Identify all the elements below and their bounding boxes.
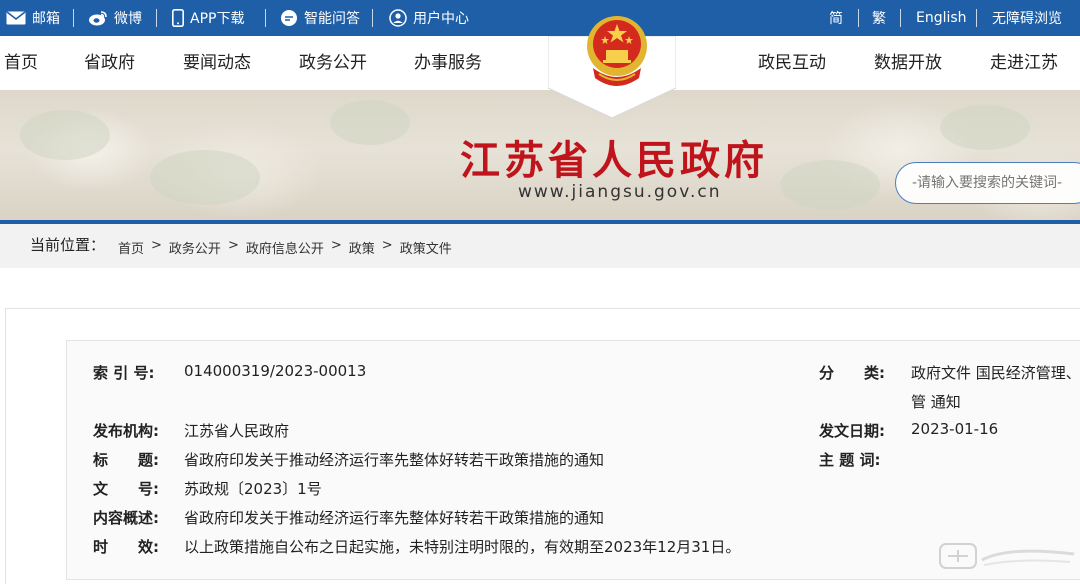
nav-explore-jiangsu[interactable]: 走进江苏 bbox=[990, 36, 1058, 90]
title-label: 标 题: bbox=[93, 451, 159, 469]
simplified-chinese-link[interactable]: 简 bbox=[829, 0, 843, 36]
issue-date-value: 2023-01-16 bbox=[911, 420, 999, 438]
nav-services[interactable]: 办事服务 bbox=[414, 36, 482, 90]
breadcrumb-policy[interactable]: 政策 bbox=[349, 238, 375, 257]
accessibility-label: 无障碍浏览 bbox=[992, 11, 1062, 27]
breadcrumb-separator: > bbox=[227, 238, 239, 253]
site-title: 江苏省人民政府 bbox=[460, 137, 768, 184]
traditional-label: 繁 bbox=[872, 11, 886, 27]
category-value: 政府文件 国民经济管理、 bbox=[911, 364, 1080, 382]
main-nav: 首页 省政府 要闻动态 政务公开 办事服务 政民互动 数据开放 走进江苏 bbox=[0, 36, 1080, 90]
breadcrumb-separator: > bbox=[381, 238, 393, 253]
phone-icon bbox=[172, 9, 184, 27]
top-utility-bar: 邮箱 微博 APP下载 智能问答 用户中心 简 繁 English 无障碍浏览 bbox=[0, 0, 1080, 36]
keywords-label: 主 题 词: bbox=[819, 451, 881, 469]
index-number-label: 索 引 号: bbox=[93, 364, 155, 382]
search-input[interactable] bbox=[895, 162, 1080, 204]
breadcrumb-separator: > bbox=[151, 238, 162, 253]
nav-interaction[interactable]: 政民互动 bbox=[758, 36, 826, 90]
breadcrumb-information-disclosure[interactable]: 政府信息公开 bbox=[246, 238, 324, 257]
validity-label: 时 效: bbox=[93, 538, 159, 556]
breadcrumb: 首页 > 政务公开 > 政府信息公开 > 政策 > 政策文件 bbox=[118, 238, 452, 257]
summary-label: 内容概述: bbox=[93, 509, 159, 527]
accessibility-link[interactable]: 无障碍浏览 bbox=[992, 0, 1062, 36]
breadcrumb-government-affairs[interactable]: 政务公开 bbox=[169, 238, 221, 257]
site-url: www.jiangsu.gov.cn bbox=[518, 182, 722, 202]
english-link[interactable]: English bbox=[916, 0, 967, 36]
smart-qa-link[interactable]: 智能问答 bbox=[280, 0, 360, 36]
smart-qa-label: 智能问答 bbox=[304, 11, 360, 27]
english-label: English bbox=[916, 10, 967, 26]
app-download-label: APP下载 bbox=[190, 11, 245, 27]
title-value: 省政府印发关于推动经济运行率先整体好转若干政策措施的通知 bbox=[184, 451, 605, 469]
breadcrumb-policy-documents[interactable]: 政策文件 bbox=[400, 238, 452, 257]
issuer-label: 发布机构: bbox=[93, 422, 159, 440]
weibo-link[interactable]: 微博 bbox=[88, 0, 142, 36]
mail-link[interactable]: 邮箱 bbox=[6, 0, 60, 36]
document-number-label: 文 号: bbox=[93, 480, 159, 498]
user-icon bbox=[389, 9, 407, 27]
index-number-value: 014000319/2023-00013 bbox=[184, 362, 367, 380]
user-center-label: 用户中心 bbox=[413, 11, 469, 27]
nav-province-government[interactable]: 省政府 bbox=[84, 36, 135, 90]
breadcrumb-separator: > bbox=[330, 238, 342, 253]
nav-home[interactable]: 首页 bbox=[4, 36, 38, 90]
mail-icon bbox=[6, 11, 26, 25]
nav-news[interactable]: 要闻动态 bbox=[183, 36, 251, 90]
category-value-continued: 管 通知 bbox=[911, 393, 961, 411]
breadcrumb-label: 当前位置： bbox=[30, 236, 106, 254]
summary-value: 省政府印发关于推动经济运行率先整体好转若干政策措施的通知 bbox=[184, 509, 605, 527]
watermark-logo-icon bbox=[939, 543, 1075, 569]
weibo-icon bbox=[88, 10, 108, 26]
issuer-value: 江苏省人民政府 bbox=[184, 422, 290, 440]
issue-date-label: 发文日期: bbox=[819, 422, 885, 440]
user-center-link[interactable]: 用户中心 bbox=[389, 0, 469, 36]
validity-value: 以上政策措施自公布之日起实施，未特别注明时限的，有效期至2023年12月31日。 bbox=[184, 538, 741, 556]
weibo-label: 微博 bbox=[114, 11, 142, 27]
traditional-chinese-link[interactable]: 繁 bbox=[872, 0, 886, 36]
breadcrumb-home[interactable]: 首页 bbox=[118, 238, 144, 257]
nav-government-affairs[interactable]: 政务公开 bbox=[299, 36, 367, 90]
app-download-link[interactable]: APP下载 bbox=[172, 0, 244, 36]
category-label: 分 类: bbox=[819, 364, 885, 382]
nav-open-data[interactable]: 数据开放 bbox=[874, 36, 942, 90]
national-emblem-icon[interactable] bbox=[585, 8, 649, 96]
simplified-label: 简 bbox=[829, 11, 843, 27]
chat-bubble-icon bbox=[280, 9, 298, 27]
document-number-value: 苏政规〔2023〕1号 bbox=[184, 480, 322, 498]
mail-label: 邮箱 bbox=[32, 11, 60, 27]
